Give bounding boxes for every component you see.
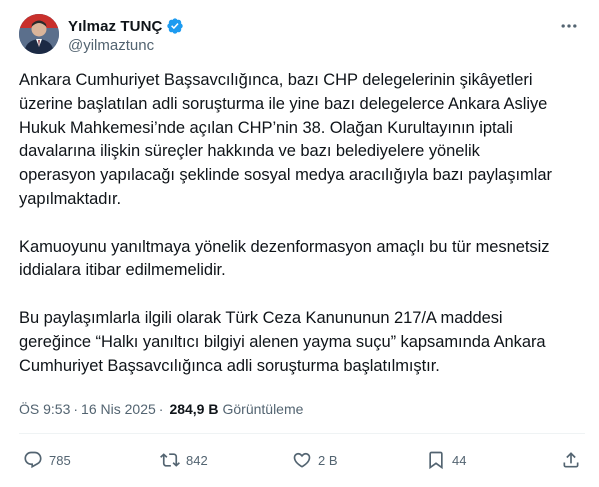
repost-icon (160, 453, 180, 467)
like-button[interactable]: 2 B (292, 450, 338, 470)
more-horizontal-icon (561, 24, 577, 28)
author-block: Yılmaz TUNÇ @yilmaztunc (68, 16, 184, 54)
tweet-meta: ÖS 9:53 · 16 Nis 2025 · 284,9 B Görüntül… (19, 401, 303, 417)
tweet-card: Yılmaz TUNÇ @yilmaztunc Ankara Cumhuriye… (0, 0, 599, 487)
views-label: Görüntüleme (222, 401, 304, 417)
reply-button[interactable]: 785 (23, 450, 71, 470)
bookmark-icon (429, 451, 443, 470)
author-avatar[interactable] (19, 14, 59, 54)
view-count[interactable]: 284,9 B (169, 401, 218, 417)
author-handle[interactable]: @yilmaztunc (68, 37, 184, 54)
reply-icon (24, 451, 42, 469)
repost-count: 842 (186, 452, 208, 468)
action-bar: 785 842 2 B 44 (19, 450, 585, 472)
repost-button[interactable]: 842 (160, 450, 208, 470)
tweet-paragraph: Kamuoyunu yanıltmaya yönelik dezenformas… (19, 237, 550, 280)
more-options-button[interactable] (557, 16, 581, 36)
post-date[interactable]: 16 Nis 2025 (81, 401, 156, 417)
meta-separator: · (158, 401, 164, 417)
post-time[interactable]: ÖS 9:53 (19, 401, 70, 417)
heart-icon (293, 452, 311, 468)
author-name[interactable]: Yılmaz TUNÇ (68, 18, 162, 35)
reply-count: 785 (49, 452, 71, 468)
avatar-image (19, 14, 59, 54)
share-button[interactable] (561, 450, 581, 470)
name-row: Yılmaz TUNÇ (68, 16, 184, 36)
tweet-text: Ankara Cumhuriyet Başsavcılığınca, bazı … (19, 69, 589, 402)
verified-badge-icon[interactable] (166, 17, 184, 35)
divider (19, 433, 585, 434)
bookmark-count: 44 (452, 452, 467, 468)
tweet-paragraph: Ankara Cumhuriyet Başsavcılığınca, bazı … (19, 71, 552, 208)
tweet-paragraph: Bu paylaşımlarla ilgili olarak Türk Ceza… (19, 308, 546, 375)
share-icon (563, 452, 579, 468)
bookmark-button[interactable]: 44 (426, 450, 466, 470)
tweet-header: Yılmaz TUNÇ @yilmaztunc (19, 14, 585, 58)
like-count: 2 B (318, 452, 338, 468)
meta-separator: · (73, 401, 79, 417)
